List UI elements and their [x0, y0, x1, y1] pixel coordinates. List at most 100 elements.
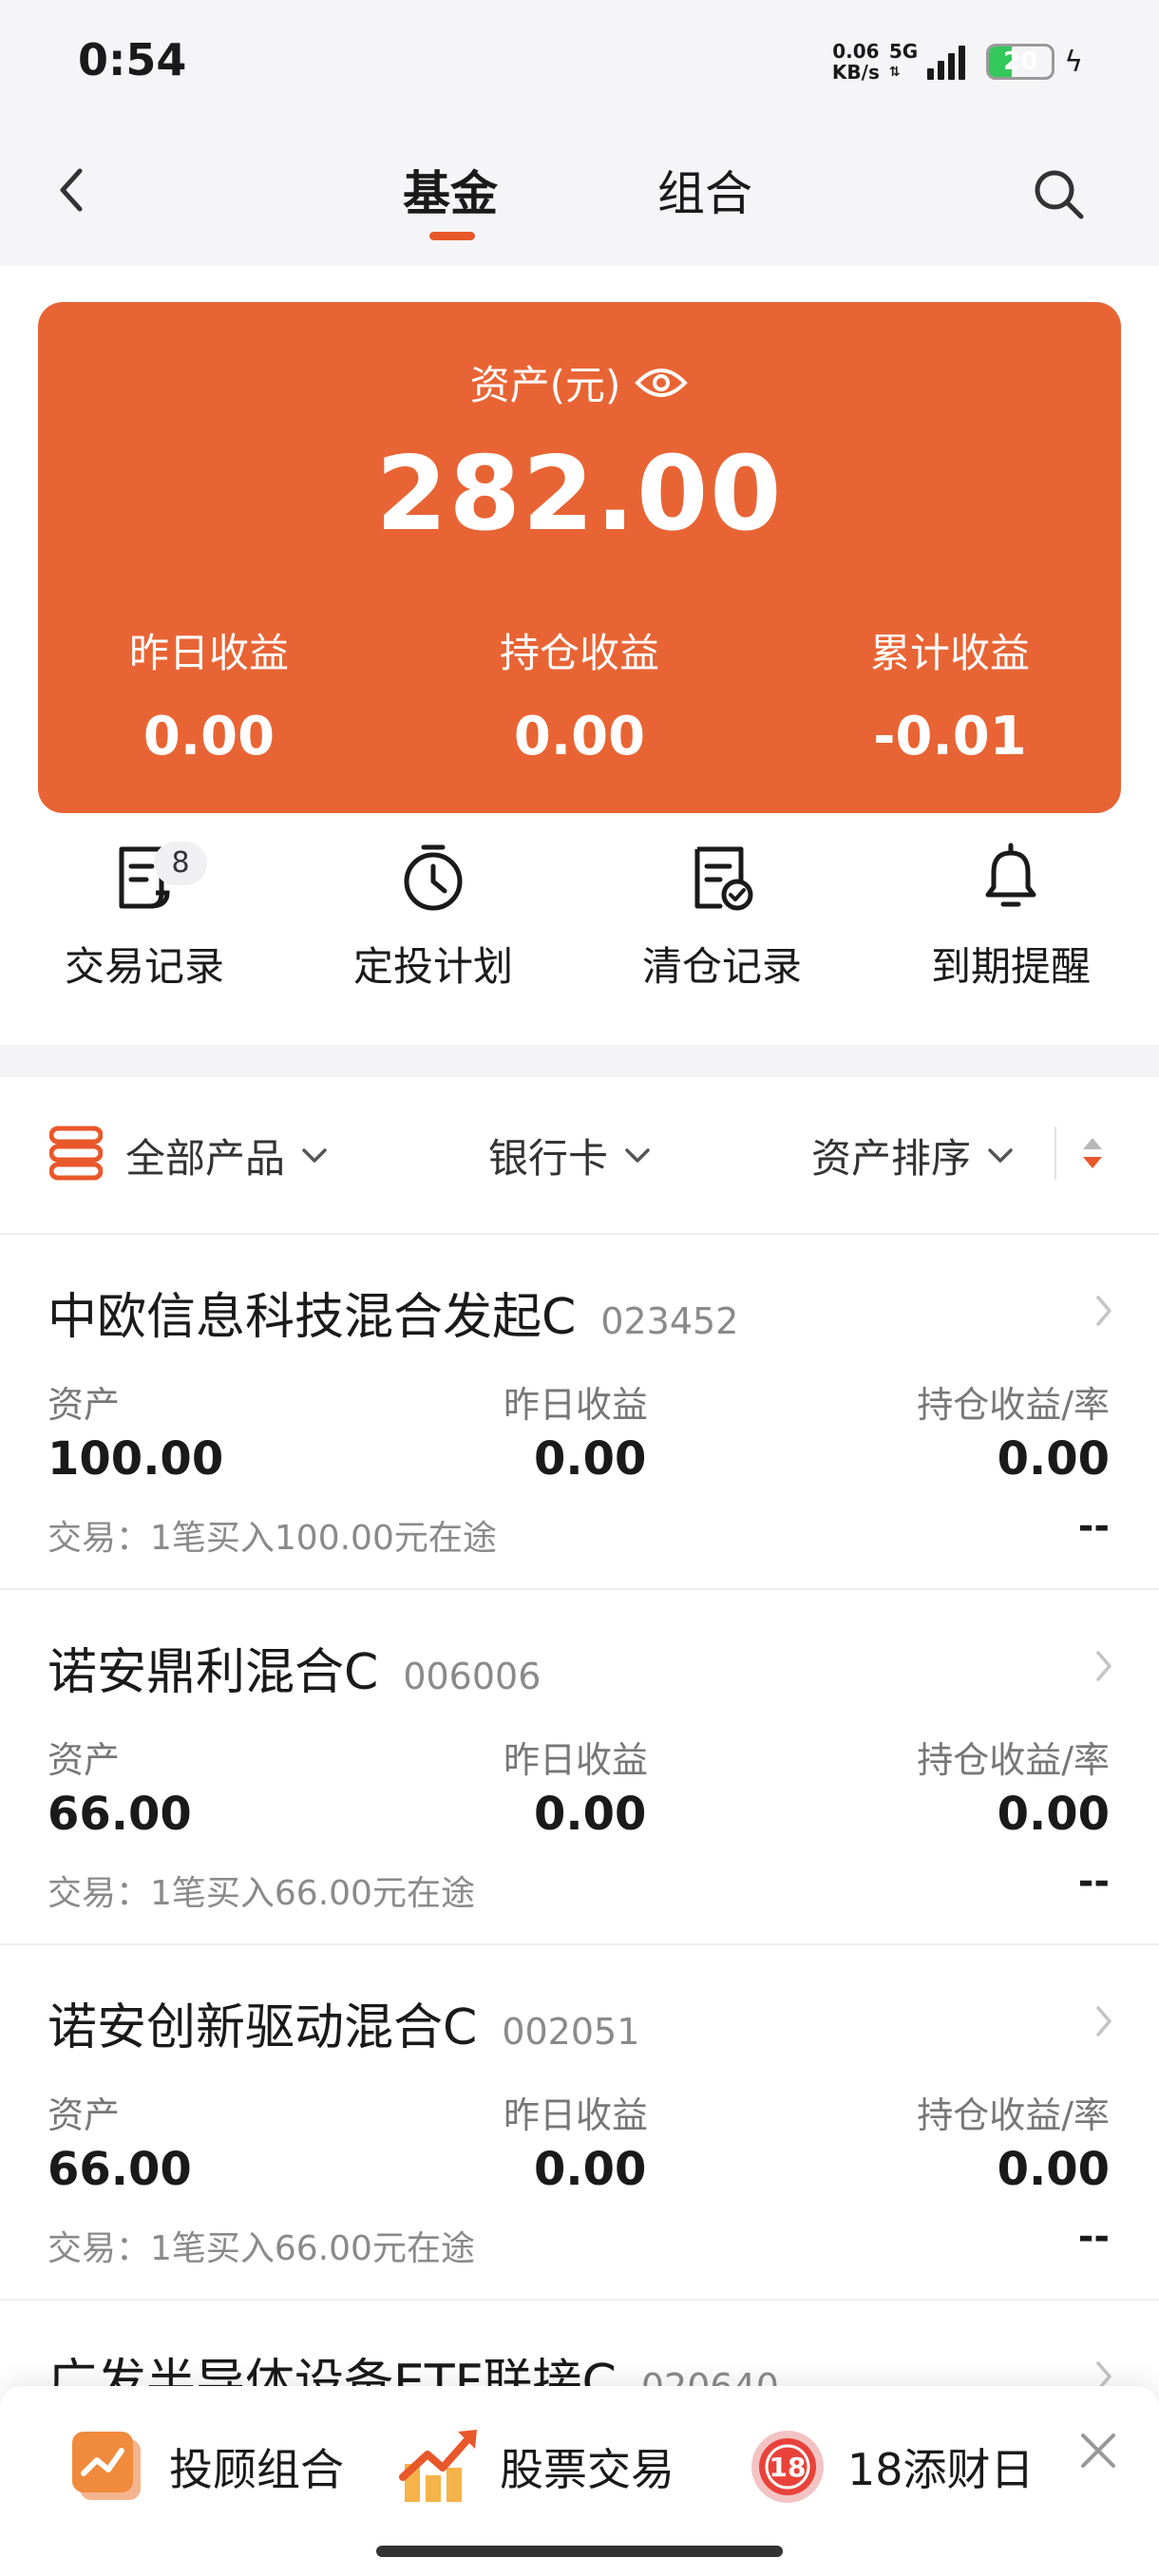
asset-label: 资产(元): [469, 362, 621, 408]
fund-holding-value: 0.00: [997, 1432, 1110, 1486]
badge-18-icon: 18: [751, 2431, 824, 2503]
fund-item[interactable]: 诺安创新驱动混合C 002051 资产 昨日收益 持仓收益/率 66.00 0.0…: [0, 1945, 1159, 2301]
svg-text:18: 18: [770, 2452, 807, 2483]
promo-label: 18添财日: [847, 2444, 1035, 2495]
filter-sort-label: 资产排序: [811, 1135, 972, 1182]
action-maturity-reminder[interactable]: 到期提醒: [868, 842, 1153, 1003]
trade-count-badge: 8: [154, 842, 207, 885]
network-speed-unit: KB/s: [831, 61, 880, 84]
col-label-yesterday: 昨日收益: [504, 1384, 649, 1426]
stat-label: 累计收益: [869, 630, 1030, 676]
eye-icon[interactable]: [634, 364, 689, 402]
layers-icon: [49, 1126, 103, 1181]
charging-icon: ϟ: [1064, 45, 1083, 79]
document-check-icon: [694, 846, 753, 911]
close-icon[interactable]: [1075, 2428, 1121, 2473]
promo-stock-trading[interactable]: 股票交易: [399, 2426, 674, 2508]
fund-holding-rate: --: [1077, 1860, 1110, 1904]
search-icon[interactable]: [1030, 165, 1089, 224]
promo-advisory-portfolio[interactable]: 投顾组合: [68, 2426, 344, 2508]
tab-fund[interactable]: 基金: [403, 156, 498, 224]
fund-name-row: 广发半导体设备ETF联接C 020640: [48, 2342, 779, 2386]
fund-yesterday-value: 0.00: [534, 1432, 647, 1486]
action-label: 定投计划: [352, 943, 513, 990]
fund-trade-status: 交易：1笔买入66.00元在途: [48, 2229, 475, 2268]
fund-code: 006006: [403, 1656, 542, 1697]
fund-trade-status: 交易：1笔买入66.00元在途: [48, 1874, 475, 1913]
filter-product[interactable]: 全部产品: [125, 1127, 329, 1184]
action-trade-records[interactable]: 8 交易记录: [2, 842, 287, 1003]
chart-trend-icon: [72, 2432, 141, 2500]
status-indicators: 0.06 KB/s 5G ⇅ 20 ϟ: [832, 36, 1083, 87]
stat-cumulative: 累计收益 -0.01: [770, 621, 1130, 767]
bell-icon: [985, 843, 1036, 907]
nav-bar: 基金 组合: [0, 133, 1159, 266]
fund-yesterday-value: 0.00: [534, 2143, 647, 2196]
col-label-asset: 资产: [48, 2094, 121, 2136]
stat-holding: 持仓收益 0.00: [399, 621, 760, 767]
stat-value: 0.00: [513, 706, 646, 767]
stat-value: -0.01: [873, 706, 1027, 767]
filter-sort[interactable]: 资产排序: [811, 1127, 1015, 1184]
filter-bar: 全部产品 银行卡 资产排序: [0, 1077, 1159, 1235]
signal-icon: [927, 44, 966, 80]
fund-trade-status: 交易：1笔买入100.00元在途: [48, 1519, 497, 1558]
fund-code: 020640: [641, 2366, 779, 2386]
filter-bank-card[interactable]: 银行卡: [488, 1127, 652, 1184]
chevron-down-icon: [988, 1147, 1013, 1163]
chevron-right-icon: [1096, 1296, 1112, 1326]
chevron-right-icon: [1096, 2361, 1112, 2386]
action-label: 到期提醒: [930, 943, 1091, 990]
asset-label-row: 资产(元): [38, 353, 1121, 411]
filter-bank-card-label: 银行卡: [488, 1135, 609, 1182]
fund-name-row: 中欧信息科技混合发起C 023452: [48, 1277, 738, 1348]
stock-arrow-icon: [399, 2430, 477, 2502]
network-type: 5G ⇅: [889, 41, 918, 83]
col-label-yesterday: 昨日收益: [504, 2094, 649, 2136]
chevron-down-icon: [302, 1147, 327, 1163]
fund-holding-value: 0.00: [997, 1788, 1110, 1841]
home-indicator[interactable]: [376, 2546, 783, 2557]
fund-name: 诺安创新驱动混合C: [48, 1999, 478, 2056]
promo-18-fortune-day[interactable]: 18 18添财日: [747, 2426, 1035, 2508]
back-icon[interactable]: [44, 161, 101, 218]
fund-list: 中欧信息科技混合发起C 023452 资产 昨日收益 持仓收益/率 100.00 …: [0, 1235, 1159, 2386]
promo-label: 投顾组合: [169, 2444, 344, 2495]
action-clearance-records[interactable]: 清仓记录: [580, 842, 864, 1003]
fund-holding-rate: --: [1077, 1505, 1110, 1548]
fund-item[interactable]: 诺安鼎利混合C 006006 资产 昨日收益 持仓收益/率 66.00 0.00 …: [0, 1590, 1159, 1945]
tab-combo[interactable]: 组合: [657, 156, 752, 224]
sort-order-icon[interactable]: [1079, 1132, 1106, 1174]
status-bar: 0:54 0.06 KB/s 5G ⇅ 20 ϟ: [0, 0, 1159, 133]
col-label-holding: 持仓收益/率: [917, 2094, 1110, 2136]
fund-asset-value: 66.00: [48, 2143, 192, 2196]
stat-value: 0.00: [142, 706, 276, 767]
chevron-right-icon: [1096, 2006, 1112, 2036]
network-type-label: 5G: [888, 40, 919, 63]
action-sip-plan[interactable]: 定投计划: [291, 842, 576, 1003]
stat-label: 持仓收益: [499, 630, 659, 676]
fund-name: 广发半导体设备ETF联接C: [48, 2355, 617, 2386]
col-label-asset: 资产: [48, 1384, 121, 1426]
fund-name-row: 诺安鼎利混合C 006006: [48, 1632, 541, 1703]
action-label: 交易记录: [64, 943, 224, 990]
fund-asset-value: 66.00: [48, 1788, 192, 1841]
fund-name: 诺安鼎利混合C: [48, 1644, 379, 1701]
asset-value: 282.00: [375, 435, 784, 554]
battery-level: 20: [1003, 47, 1038, 76]
network-speed: 0.06 KB/s: [832, 41, 880, 83]
filter-product-label: 全部产品: [125, 1135, 286, 1182]
fund-item[interactable]: 广发半导体设备ETF联接C 020640: [0, 2301, 1159, 2386]
network-speed-value: 0.06: [832, 40, 880, 63]
promo-label: 股票交易: [500, 2444, 674, 2495]
timer-icon: [404, 844, 463, 911]
action-label: 清仓记录: [641, 943, 802, 990]
fund-name: 中欧信息科技混合发起C: [48, 1289, 577, 1346]
stat-yesterday: 昨日收益 0.00: [28, 621, 390, 767]
chevron-right-icon: [1096, 1651, 1112, 1681]
fund-asset-value: 100.00: [48, 1432, 224, 1486]
fund-code: 002051: [502, 2011, 640, 2053]
chevron-down-icon: [625, 1147, 650, 1163]
fund-item[interactable]: 中欧信息科技混合发起C 023452 资产 昨日收益 持仓收益/率 100.00 …: [0, 1235, 1159, 1590]
fund-holding-value: 0.00: [997, 2143, 1110, 2196]
